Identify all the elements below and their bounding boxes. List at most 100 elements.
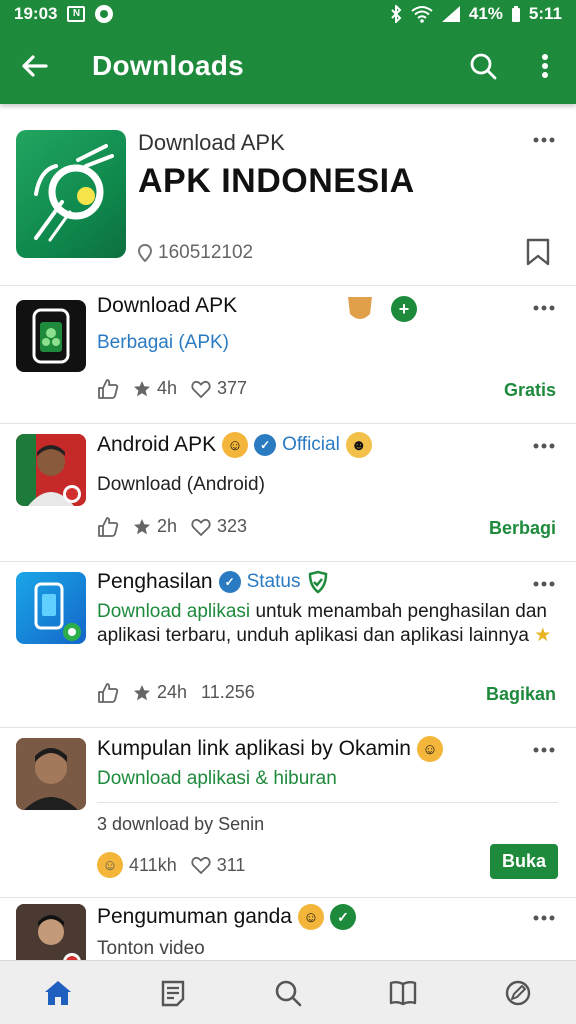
smile-emoji-icon: ☻ (345, 432, 372, 458)
smile-emoji-icon: ☺ (97, 852, 123, 878)
avatar (16, 738, 86, 810)
star-stat: 24h (133, 682, 187, 703)
list-item[interactable]: Android APK ☺ ✓ Official ☻ Download (And… (0, 424, 576, 562)
shield-emoji-icon (345, 294, 375, 329)
app-bar: Downloads (0, 28, 576, 104)
arrow-left-icon (22, 55, 48, 77)
item-badge: Status (246, 571, 301, 592)
verified-icon: ✓ (254, 434, 277, 456)
thumb-up-button[interactable] (97, 682, 119, 703)
bluetooth-icon (389, 5, 403, 23)
thumb-up-icon (98, 378, 119, 399)
list-item[interactable]: Download APK + Berbagai (APK) 4h 377 Gra… (0, 286, 576, 424)
more-horiz-icon (533, 443, 555, 449)
item-stats: 4h 377 (97, 378, 247, 399)
item-stats: 24h 11.256 (97, 682, 255, 703)
page-title: Downloads (92, 50, 245, 81)
overflow-menu-button[interactable] (514, 28, 576, 104)
item-title: Android APK ☺ ✓ Official ☻ (97, 432, 372, 458)
smile-emoji-icon: ☺ (297, 904, 324, 930)
item-more-button[interactable] (530, 572, 558, 596)
status-time: 19:03 (14, 4, 58, 23)
more-horiz-icon (533, 305, 555, 311)
search-icon (470, 53, 497, 80)
like-stat: 11.256 (201, 682, 255, 702)
item-description: Download aplikasi untuk menambah penghas… (97, 601, 552, 646)
item-stats: ☺ 411kh 311 (97, 852, 245, 878)
downloads-list[interactable]: Download APK APK INDONESIA 160512102 Dow… (0, 104, 576, 960)
item-action-button[interactable]: Buka (489, 844, 558, 879)
thumb-up-icon (98, 682, 119, 703)
status-bar: 19:03 N 41% 5:11 (0, 0, 576, 28)
item-action-link[interactable]: Bagikan (486, 684, 556, 705)
like-stat: 311 (191, 855, 245, 876)
bookmark-button[interactable] (524, 236, 552, 268)
more-horiz-icon (533, 137, 555, 143)
thumb-up-button[interactable] (97, 516, 119, 537)
like-stat: 377 (191, 378, 247, 399)
item-subtitle: Berbagai (APK) (97, 332, 230, 353)
home-icon (44, 980, 71, 1005)
list-item[interactable]: Pengumuman ganda ☺ ✓ Tonton video (0, 898, 576, 960)
battery-icon (511, 5, 521, 23)
item-title: Penghasilan ✓ Status (97, 570, 330, 594)
item-title: Kumpulan link aplikasi by Okamin ☺ (97, 736, 443, 762)
item-more-button[interactable] (530, 906, 558, 930)
item-title: Download APK (97, 294, 238, 317)
list-item[interactable]: Penghasilan ✓ Status Download aplikasi u… (0, 562, 576, 728)
search-button[interactable] (452, 28, 514, 104)
back-button[interactable] (0, 28, 68, 104)
featured-subtitle: Download APK (138, 130, 285, 155)
item-action-link[interactable]: Gratis (504, 380, 556, 401)
item-stats: 2h 323 (97, 516, 247, 537)
nav-news[interactable] (143, 965, 203, 1021)
star-icon (134, 380, 150, 396)
news-icon (161, 980, 184, 1006)
thumb-up-button[interactable] (97, 378, 119, 399)
verified-icon: ✓ (218, 571, 241, 593)
app-thumbnail (16, 572, 86, 644)
star-icon (134, 518, 150, 534)
check-icon: ✓ (329, 904, 356, 930)
item-more-button[interactable] (530, 296, 558, 320)
avatar (16, 434, 86, 506)
nav-home[interactable] (28, 965, 88, 1021)
avatar (16, 904, 86, 960)
item-more-button[interactable] (530, 738, 558, 762)
book-icon (389, 980, 417, 1005)
edit-icon (506, 980, 531, 1005)
star-stat: 4h (133, 378, 177, 399)
item-subtitle: Download aplikasi & hiburan (97, 768, 337, 789)
item-title: Pengumuman ganda ☺ ✓ (97, 904, 356, 930)
thumb-up-icon (98, 516, 119, 537)
battery-level: 41% (468, 4, 503, 23)
more-vert-icon (542, 54, 548, 78)
featured-card[interactable]: Download APK APK INDONESIA 160512102 (0, 104, 576, 286)
featured-meta: 160512102 (138, 242, 253, 264)
search-icon (275, 980, 302, 1006)
featured-more-button[interactable] (530, 128, 558, 152)
item-subtitle: Download (Android) (97, 474, 265, 495)
like-stat: 323 (191, 516, 247, 537)
star-icon (134, 684, 150, 700)
item-more-button[interactable] (530, 434, 558, 458)
bottom-nav (0, 960, 576, 1024)
smile-emoji-icon: ☺ (416, 736, 443, 762)
item-extra: 3 download by Senin (97, 814, 265, 834)
bookmark-icon (526, 238, 550, 266)
item-subtitle: Tonton video (97, 938, 205, 959)
nav-library[interactable] (373, 965, 433, 1021)
nav-search[interactable] (258, 965, 318, 1021)
notification-n-icon: N (67, 6, 86, 22)
more-horiz-icon (533, 747, 555, 753)
add-icon[interactable]: + (391, 296, 417, 322)
item-action-link[interactable]: Berbagi (489, 518, 556, 539)
shield-check-icon (309, 570, 328, 594)
nav-settings[interactable] (488, 965, 548, 1021)
more-horiz-icon (533, 581, 555, 587)
status-clock: 5:11 (528, 4, 562, 23)
star-stat: 2h (133, 516, 177, 537)
item-badge: Official (282, 434, 340, 455)
list-item[interactable]: Kumpulan link aplikasi by Okamin ☺ Downl… (0, 728, 576, 898)
featured-meta-value: 160512102 (158, 242, 254, 263)
